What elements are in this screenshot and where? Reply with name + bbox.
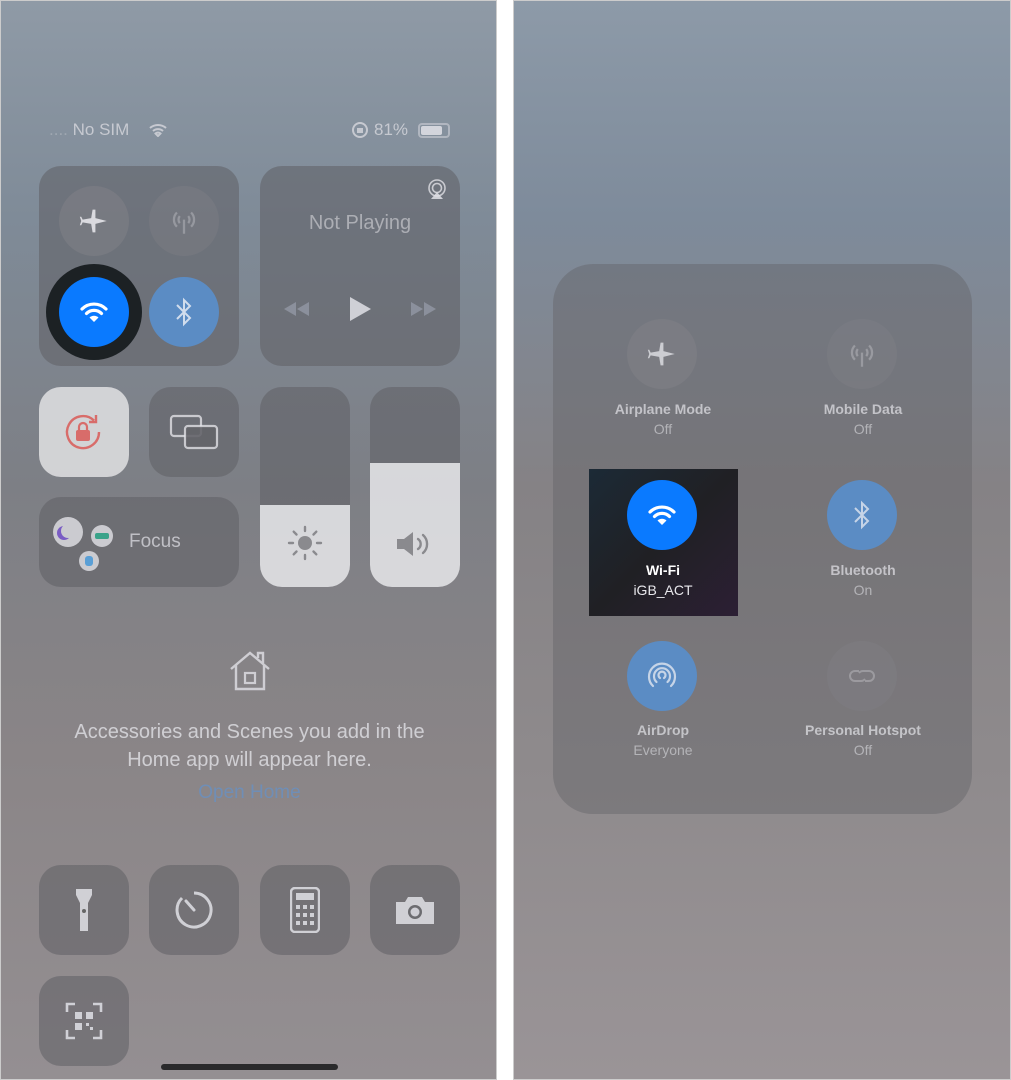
bluetooth-icon	[854, 500, 870, 530]
wifi-label: Wi-Fi	[645, 562, 681, 578]
mobile-data-label: Mobile Data	[823, 401, 903, 417]
sun-icon	[287, 525, 323, 561]
bluetooth-icon	[176, 297, 192, 327]
airplane-mode-status: Off	[653, 421, 673, 437]
wifi-status-icon	[149, 124, 167, 137]
rotation-lock-icon	[65, 414, 101, 450]
code-scanner-button[interactable]	[39, 976, 129, 1066]
cellular-status: .... No SIM	[49, 120, 130, 139]
airplane-mode-toggle[interactable]	[627, 319, 697, 389]
media-title: Not Playing	[308, 212, 412, 234]
home-icon	[230, 651, 270, 691]
calculator-icon	[290, 887, 320, 933]
timer-icon	[175, 891, 213, 929]
home-message-line1: Accessories and Scenes you add in the	[74, 721, 425, 743]
airplane-icon	[647, 342, 675, 366]
airdrop-label: AirDrop	[636, 722, 690, 738]
qr-code-icon	[65, 1002, 103, 1040]
orientation-lock-status-icon	[352, 122, 368, 138]
focus-label: Focus	[129, 531, 181, 552]
camera-icon	[396, 897, 434, 924]
battery-percent: 81%	[374, 120, 409, 139]
wifi-network-name: iGB_ACT	[633, 582, 693, 598]
connectivity-module[interactable]	[39, 166, 239, 366]
personal-hotspot-status: Off	[853, 742, 873, 758]
bluetooth-toggle[interactable]	[827, 480, 897, 550]
calculator-button[interactable]	[260, 865, 350, 955]
personal-hotspot-label: Personal Hotspot	[805, 722, 921, 738]
volume-slider[interactable]	[370, 387, 460, 587]
airplane-mode-toggle[interactable]	[59, 186, 129, 256]
person-icon	[79, 551, 99, 571]
mobile-data-toggle[interactable]	[149, 186, 219, 256]
home-message-line2: Home app will appear here.	[127, 749, 372, 771]
bluetooth-status: On	[853, 582, 873, 598]
screen-mirroring-button[interactable]	[149, 387, 239, 477]
moon-icon	[53, 517, 83, 547]
camera-button[interactable]	[370, 865, 460, 955]
flashlight-button[interactable]	[39, 865, 129, 955]
bluetooth-label: Bluetooth	[830, 562, 896, 578]
timer-button[interactable]	[149, 865, 239, 955]
open-home-link[interactable]: Open Home	[1, 782, 496, 804]
home-indicator[interactable]	[161, 1064, 338, 1070]
wifi-toggle[interactable]	[59, 277, 129, 347]
screen-mirroring-icon	[169, 414, 219, 450]
personal-hotspot-toggle[interactable]	[827, 641, 897, 711]
connectivity-expanded-module: Airplane Mode Off Mobile Data Off Wi-Fi …	[553, 264, 972, 814]
airplane-mode-label: Airplane Mode	[614, 401, 712, 417]
volume-fill	[370, 463, 460, 587]
bluetooth-toggle[interactable]	[149, 277, 219, 347]
play-icon[interactable]	[348, 296, 372, 322]
brightness-slider[interactable]	[260, 387, 350, 587]
media-player-module[interactable]: Not Playing	[260, 166, 460, 366]
airplay-icon[interactable]	[426, 178, 448, 200]
mobile-data-toggle[interactable]	[827, 319, 897, 389]
mobile-data-status: Off	[853, 421, 873, 437]
flashlight-icon	[76, 889, 92, 931]
antenna-icon	[172, 211, 196, 234]
airdrop-toggle[interactable]	[627, 641, 697, 711]
focus-button[interactable]: Focus	[39, 497, 239, 587]
battery-icon	[418, 123, 450, 138]
control-center-expanded: Airplane Mode Off Mobile Data Off Wi-Fi …	[513, 0, 1011, 1080]
wifi-icon	[80, 302, 108, 322]
fast-forward-icon[interactable]	[410, 301, 438, 317]
airplane-icon	[79, 209, 107, 233]
speaker-icon	[397, 532, 429, 556]
bed-icon	[91, 525, 113, 547]
wifi-toggle[interactable]	[627, 480, 697, 550]
airdrop-status: Everyone	[633, 742, 693, 758]
home-empty-message: Accessories and Scenes you add in the Ho…	[1, 718, 496, 774]
orientation-lock-toggle[interactable]	[39, 387, 129, 477]
control-center-compact: .... No SIM 81% Not Playing Focus Access…	[0, 0, 497, 1080]
rewind-icon[interactable]	[282, 301, 310, 317]
hotspot-icon	[849, 670, 875, 682]
carrier-label: No SIM	[72, 120, 130, 139]
airdrop-icon	[647, 662, 677, 688]
antenna-icon	[850, 344, 874, 367]
wifi-icon	[648, 505, 676, 525]
